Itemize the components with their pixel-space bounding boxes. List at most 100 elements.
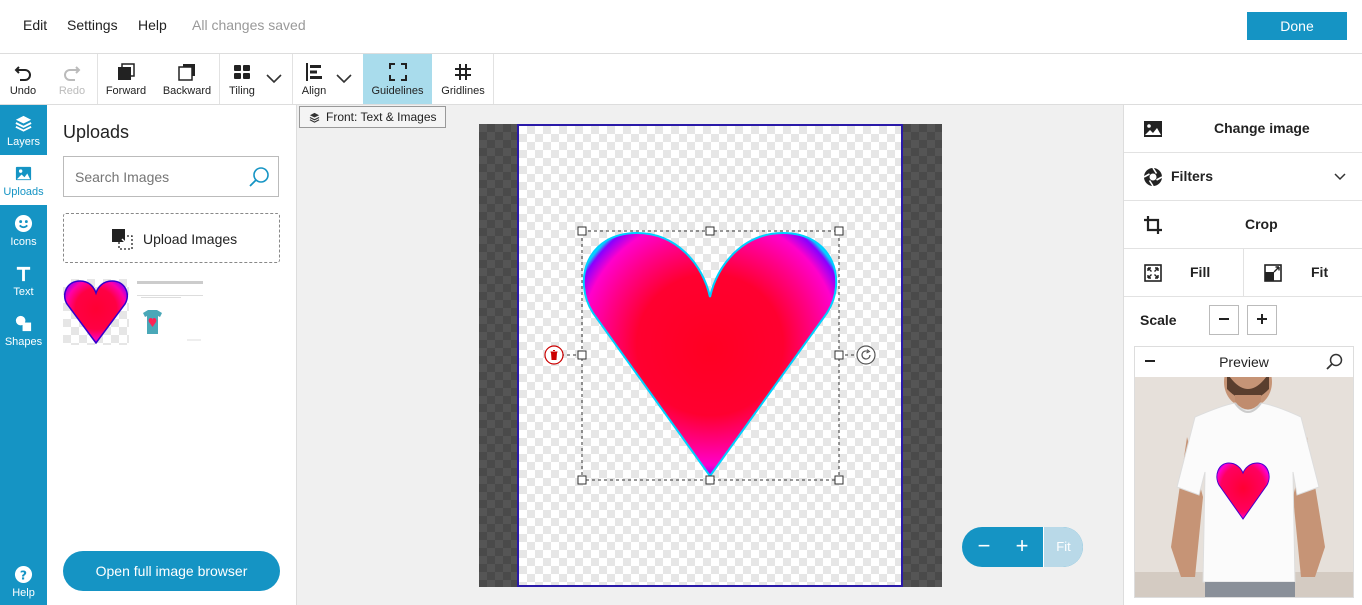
rail-item-uploads[interactable]: Uploads: [0, 155, 47, 205]
aperture-icon: [1143, 167, 1163, 187]
zoom-controls: − + Fit: [962, 527, 1083, 567]
menu-bar: Edit Settings Help All changes saved Don…: [0, 0, 1362, 54]
resize-handle[interactable]: [577, 350, 587, 360]
search-icon[interactable]: [248, 166, 270, 188]
resize-handle[interactable]: [834, 350, 844, 360]
forward-button[interactable]: Forward: [100, 54, 152, 104]
search-input[interactable]: [64, 157, 244, 196]
rail-label-shapes: Shapes: [4, 336, 43, 348]
rail-label-text: Text: [13, 286, 34, 298]
filters-label: Filters: [1171, 168, 1214, 184]
undo-icon: [14, 66, 31, 81]
menu-help[interactable]: Help: [138, 17, 167, 33]
tiling-icon: [234, 65, 250, 79]
crop-button[interactable]: Crop: [1124, 201, 1362, 249]
filters-toggle[interactable]: Filters: [1124, 153, 1362, 201]
resize-handle[interactable]: [834, 475, 844, 485]
crop-icon: [1144, 216, 1162, 234]
tiling-chevron-down-icon[interactable]: [264, 68, 284, 88]
menu-settings[interactable]: Settings: [67, 17, 118, 33]
rail-item-layers[interactable]: Layers: [0, 105, 47, 155]
tiling-label: Tiling: [229, 85, 255, 97]
guidelines-button[interactable]: Guidelines: [363, 54, 432, 104]
fit-icon: [1264, 264, 1282, 282]
fit-button[interactable]: Fit: [1244, 249, 1362, 297]
change-image-button[interactable]: Change image: [1124, 105, 1362, 153]
preview-image[interactable]: [1135, 377, 1353, 597]
resize-handle[interactable]: [577, 475, 587, 485]
zoom-in-button[interactable]: +: [1002, 527, 1042, 567]
undo-button[interactable]: Undo: [0, 54, 46, 104]
heart-thumbnail-image: [63, 280, 129, 345]
fill-button[interactable]: Fill: [1124, 249, 1244, 297]
zoom-fit-button[interactable]: Fit: [1043, 527, 1083, 567]
scale-up-button[interactable]: [1247, 305, 1277, 335]
image-icon: [15, 166, 32, 181]
save-status: All changes saved: [192, 17, 306, 33]
search-box: [63, 156, 279, 197]
rail-item-icons[interactable]: Icons: [0, 205, 47, 255]
minus-icon: [1219, 317, 1229, 320]
fit-label: Fit: [1311, 264, 1329, 280]
rail-item-shapes[interactable]: Shapes: [0, 305, 47, 355]
image-icon: [1144, 121, 1162, 137]
backward-button[interactable]: Backward: [158, 54, 216, 104]
upload-images-button[interactable]: Upload Images: [63, 213, 280, 263]
rail-item-help[interactable]: ? Help: [0, 557, 47, 605]
scale-controls: Scale: [1124, 297, 1362, 347]
redo-label: Redo: [58, 85, 86, 97]
upload-images-label: Upload Images: [143, 231, 238, 247]
left-rail: Layers Uploads Icons Text Shapes ? Help: [0, 105, 47, 605]
design-workspace: Front: Text & Images − + Fit: [297, 105, 1123, 605]
toolbar-divider: [97, 54, 98, 104]
guidelines-icon: [388, 63, 407, 81]
layers-icon: [15, 115, 32, 132]
delete-handle[interactable]: [544, 345, 564, 365]
align-button[interactable]: Align: [294, 54, 334, 104]
menu-edit[interactable]: Edit: [23, 17, 47, 33]
screenshot-thumbnail-image: [137, 281, 203, 341]
tiling-button[interactable]: Tiling: [222, 54, 262, 104]
bring-forward-icon: [118, 63, 135, 80]
heart-design-image[interactable]: [582, 231, 838, 478]
zoom-preview-icon[interactable]: [1325, 353, 1343, 371]
smiley-icon: [14, 214, 33, 233]
svg-text:?: ?: [20, 568, 27, 582]
resize-handle[interactable]: [577, 226, 587, 236]
preview-panel: Preview: [1134, 346, 1354, 598]
rotate-handle-circle: [856, 345, 876, 365]
upload-thumbnail-heart[interactable]: [63, 279, 129, 345]
align-icon: [306, 63, 322, 81]
fill-label: Fill: [1190, 264, 1211, 280]
upload-thumbnail-screenshot[interactable]: [137, 279, 203, 345]
forward-label: Forward: [105, 85, 147, 97]
scale-down-button[interactable]: [1209, 305, 1239, 335]
open-full-image-browser-button[interactable]: Open full image browser: [63, 551, 280, 591]
resize-handle[interactable]: [834, 226, 844, 236]
resize-handle[interactable]: [705, 226, 715, 236]
help-icon: ?: [14, 565, 33, 584]
done-button[interactable]: Done: [1247, 12, 1347, 40]
panel-title: Uploads: [63, 122, 130, 142]
text-icon: [16, 266, 31, 282]
zoom-out-button[interactable]: −: [964, 527, 1004, 567]
gridlines-button[interactable]: Gridlines: [434, 54, 492, 104]
toolbar-divider: [493, 54, 494, 104]
chevron-down-icon: [1334, 173, 1346, 181]
rail-item-text[interactable]: Text: [0, 255, 47, 305]
grid-icon: [455, 64, 471, 80]
redo-button[interactable]: Redo: [49, 54, 95, 104]
rotate-handle[interactable]: [856, 345, 876, 365]
preview-header: Preview: [1135, 347, 1353, 377]
rail-label-help: Help: [12, 587, 35, 599]
crop-label: Crop: [1245, 216, 1278, 232]
resize-handle[interactable]: [705, 475, 715, 485]
guidelines-label: Guidelines: [371, 85, 424, 97]
undo-label: Undo: [9, 85, 37, 97]
plus-icon: [1257, 313, 1267, 324]
align-chevron-down-icon[interactable]: [334, 68, 354, 88]
toolbar: Undo Redo Forward Backward Tiling Align …: [0, 54, 1362, 105]
backward-label: Backward: [162, 85, 212, 97]
properties-panel: Change image Filters Crop Fill Fit Scale…: [1123, 105, 1362, 605]
preview-title: Preview: [1219, 354, 1269, 370]
